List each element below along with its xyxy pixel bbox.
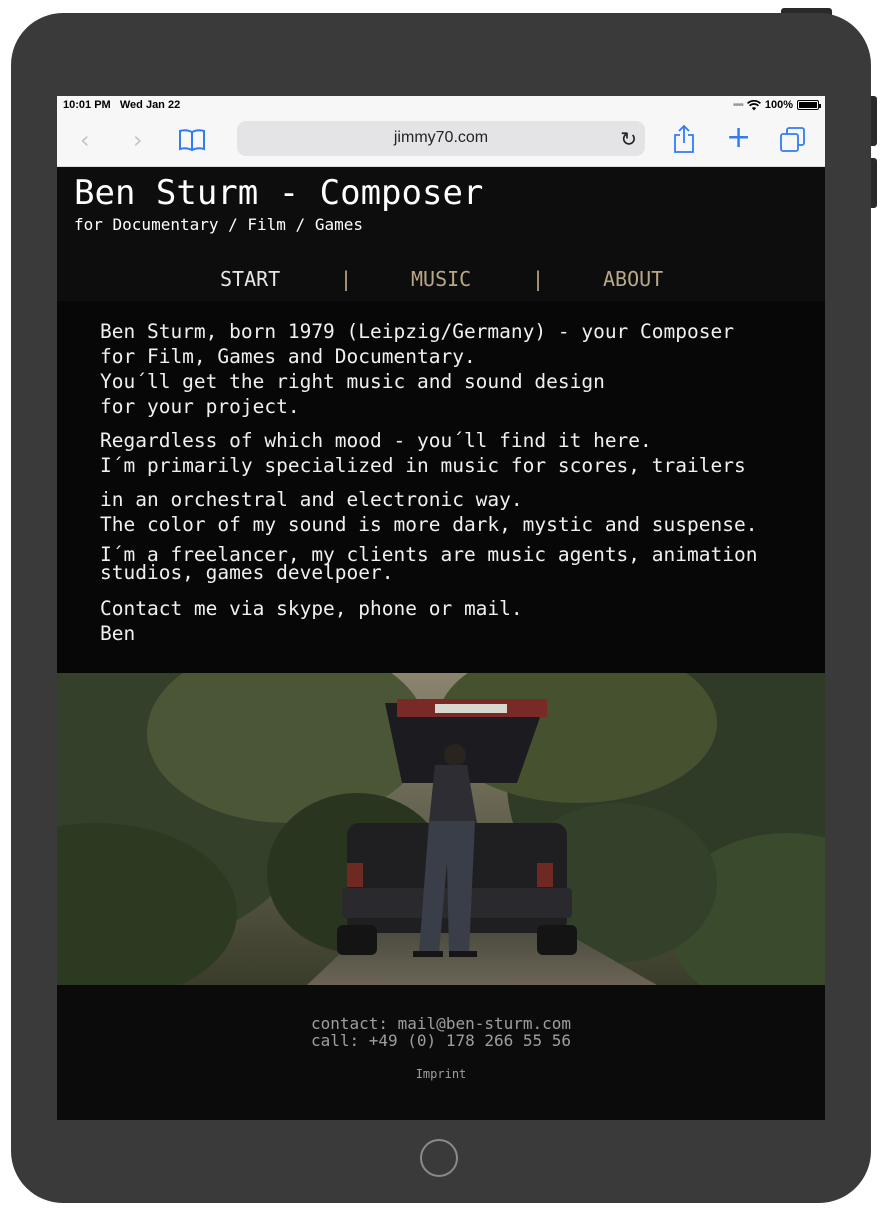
status-time: 10:01 PM	[63, 99, 111, 111]
battery-percent: 100%	[764, 99, 793, 111]
text-line: The color of my sound is more dark, myst…	[100, 513, 758, 536]
new-tab-icon[interactable]: +	[726, 123, 751, 153]
nav-about[interactable]: ABOUT	[603, 267, 663, 291]
volume-down-button	[871, 158, 877, 208]
site-title: Ben Sturm - Composer	[74, 173, 484, 213]
signal-dots-icon: ••••	[732, 99, 744, 111]
contact-phone[interactable]: call: +49 (0) 178 266 55 56	[57, 1032, 825, 1049]
status-bar: 10:01 PM Wed Jan 22 •••• 100%	[57, 96, 825, 116]
text-line: studios, games develpoer.	[100, 561, 394, 584]
status-date: Wed Jan 22	[119, 99, 181, 111]
nav-separator: |	[532, 267, 545, 291]
url-text: jimmy70.com	[393, 129, 489, 146]
safari-toolbar: ‹ › jimmy70.com ↻ +	[57, 116, 825, 167]
nav-music[interactable]: MUSIC	[411, 267, 471, 291]
paragraph: Ben Sturm, born 1979 (Leipzig/Germany) -…	[100, 319, 734, 419]
text-line: for your project.	[100, 395, 300, 418]
volume-up-button	[871, 96, 877, 146]
status-indicators: •••• 100%	[732, 99, 821, 111]
hero-photo	[57, 673, 825, 985]
site-header: Ben Sturm - Composer for Documentary / F…	[57, 167, 825, 301]
text-line: Contact me via skype, phone or mail.	[100, 597, 523, 620]
paragraph: I´m a freelancer, my clients are music a…	[100, 545, 757, 584]
paragraph: in an orchestral and electronic way. The…	[100, 487, 757, 537]
back-icon[interactable]: ‹	[80, 126, 90, 154]
paragraph: Regardless of which mood - you´ll find i…	[100, 428, 746, 478]
text-line: for Film, Games and Documentary.	[100, 345, 476, 368]
main-nav: START | MUSIC | ABOUT	[57, 263, 825, 295]
site-footer: contact: mail@ben-sturm.com call: +49 (0…	[57, 985, 825, 1120]
tabs-icon[interactable]	[779, 126, 807, 158]
battery-icon	[797, 100, 821, 110]
forward-icon[interactable]: ›	[133, 126, 143, 154]
url-field[interactable]: jimmy70.com ↻	[237, 121, 645, 156]
text-line: Regardless of which mood - you´ll find i…	[100, 429, 652, 452]
bookmarks-icon[interactable]	[178, 128, 206, 158]
text-line: Ben	[100, 622, 136, 645]
web-page: Ben Sturm - Composer for Documentary / F…	[57, 167, 825, 1120]
text-line: You´ll get the right music and sound des…	[100, 370, 605, 393]
text-line: in an orchestral and electronic way.	[100, 488, 523, 511]
footer-contact: contact: mail@ben-sturm.com call: +49 (0…	[57, 1015, 825, 1049]
contact-email[interactable]: contact: mail@ben-sturm.com	[57, 1015, 825, 1032]
status-time-date: 10:01 PM Wed Jan 22	[63, 99, 180, 111]
reload-icon[interactable]: ↻	[620, 127, 637, 151]
tablet-screen: 10:01 PM Wed Jan 22 •••• 100% ‹ › jimmy7…	[57, 96, 825, 1120]
share-icon[interactable]	[672, 124, 696, 160]
nav-start[interactable]: START	[220, 267, 280, 291]
wifi-icon	[746, 99, 761, 110]
text-line: I´m primarily specialized in music for s…	[100, 454, 746, 477]
imprint-link[interactable]: Imprint	[57, 1067, 825, 1081]
nav-separator: |	[340, 267, 353, 291]
text-line: Ben Sturm, born 1979 (Leipzig/Germany) -…	[100, 320, 734, 343]
site-subtitle: for Documentary / Film / Games	[74, 215, 363, 234]
paragraph: Contact me via skype, phone or mail. Ben	[100, 596, 523, 646]
home-button[interactable]	[420, 1139, 458, 1177]
